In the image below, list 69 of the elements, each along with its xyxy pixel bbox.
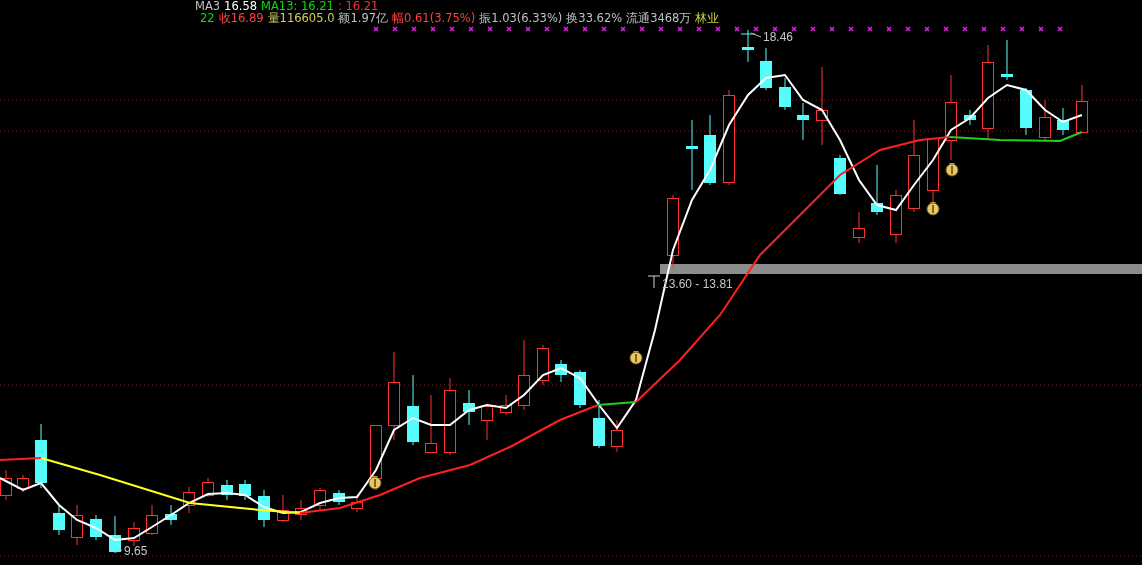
candlestick bbox=[71, 504, 83, 546]
quote-field: 幅0.61(3.75%) bbox=[392, 12, 476, 24]
candlestick bbox=[1001, 39, 1013, 81]
candlestick bbox=[277, 494, 289, 523]
candlestick bbox=[314, 487, 326, 511]
candlestick bbox=[146, 504, 158, 536]
quote-field: : 16.21 bbox=[337, 0, 379, 12]
candlestick bbox=[128, 521, 140, 547]
candlestick bbox=[518, 339, 530, 411]
candlestick bbox=[407, 374, 419, 446]
candlestick bbox=[1039, 99, 1051, 141]
candlestick bbox=[17, 474, 29, 493]
quote-field: 收16.89 bbox=[218, 12, 264, 24]
quote-field: 换33.62% bbox=[566, 12, 623, 24]
candlestick bbox=[35, 423, 47, 489]
quote-field: MA3 bbox=[195, 0, 221, 12]
candlestick bbox=[537, 344, 549, 386]
candlestick bbox=[425, 394, 437, 453]
quote-field: MA13: 16.21 bbox=[261, 0, 334, 12]
candlestick bbox=[202, 477, 214, 498]
candlestick bbox=[109, 515, 121, 554]
quote-field: 额1.97亿 bbox=[338, 12, 389, 24]
candlestick bbox=[183, 486, 195, 514]
candlestick bbox=[574, 369, 586, 409]
candlestick bbox=[481, 403, 493, 441]
candlestick bbox=[704, 114, 716, 186]
candlestick bbox=[686, 119, 698, 191]
leader-line bbox=[750, 32, 762, 38]
candlestick bbox=[1057, 107, 1069, 136]
candlestick bbox=[221, 479, 233, 501]
candlestick bbox=[742, 37, 754, 63]
candlestick bbox=[1076, 84, 1088, 134]
candlestick bbox=[964, 109, 976, 126]
money-bag-icon bbox=[629, 351, 643, 365]
quote-field: 流通3468万 bbox=[626, 12, 692, 24]
candlestick bbox=[500, 394, 512, 416]
candlestick bbox=[351, 494, 363, 513]
candlestick bbox=[295, 499, 307, 521]
leader-line bbox=[115, 549, 123, 553]
candlestick bbox=[593, 399, 605, 449]
candlestick bbox=[834, 154, 846, 196]
candlestick bbox=[853, 211, 865, 244]
candlestick bbox=[333, 489, 345, 506]
candlestick bbox=[258, 489, 270, 528]
quote-field: 量116605.0 bbox=[267, 12, 335, 24]
candlestick bbox=[165, 504, 177, 526]
money-bag-icon bbox=[945, 163, 959, 177]
candlestick bbox=[611, 419, 623, 453]
candlestick bbox=[463, 389, 475, 426]
quote-field: 16.58 bbox=[224, 0, 258, 12]
price-label: 18.46 bbox=[763, 30, 794, 44]
candlestick bbox=[797, 102, 809, 141]
candlestick bbox=[90, 514, 102, 541]
money-bag-icon bbox=[368, 476, 382, 490]
quote-field: 林业 bbox=[695, 12, 720, 24]
candlestick bbox=[760, 47, 772, 91]
candlestick bbox=[779, 77, 791, 111]
t-marker-icon bbox=[647, 275, 661, 289]
quote-field: 振1.03(6.33%) bbox=[479, 12, 563, 24]
candlestick bbox=[239, 479, 251, 501]
candlestick bbox=[871, 164, 883, 216]
candlestick bbox=[1020, 87, 1032, 136]
candlestick bbox=[555, 359, 567, 383]
cross-marker-icon bbox=[740, 29, 756, 39]
quote-field: 22 bbox=[200, 12, 215, 24]
price-label: 9.65 bbox=[124, 544, 148, 558]
candlestick bbox=[890, 189, 902, 244]
candlestick bbox=[53, 504, 65, 536]
money-bag-icon bbox=[926, 202, 940, 216]
